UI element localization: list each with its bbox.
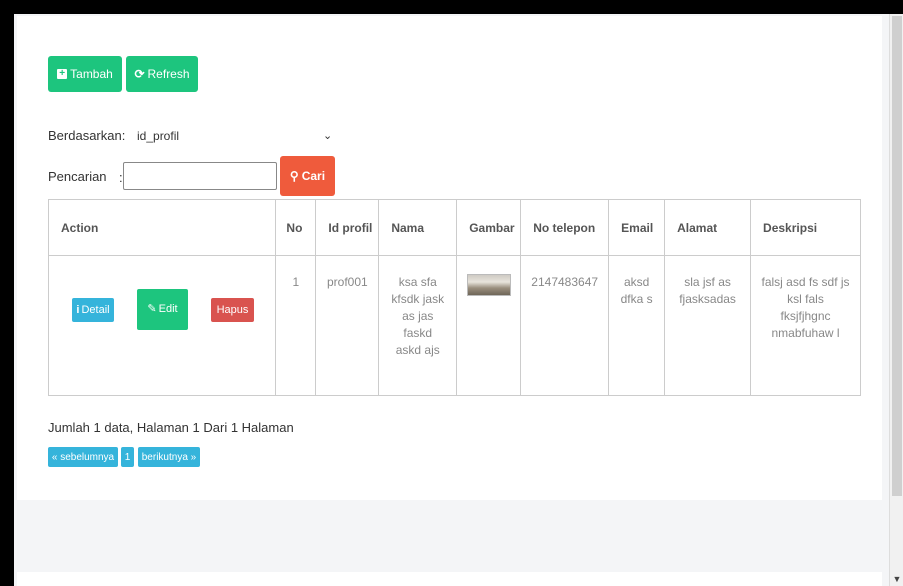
search-label: Pencarian [48, 169, 107, 184]
edit-button-label: Edit [158, 303, 178, 315]
delete-button-label: Hapus [216, 303, 249, 316]
scroll-down-arrow-icon[interactable]: ▼ [890, 574, 903, 584]
header-no: No [275, 199, 317, 256]
header-action: Action [47, 199, 277, 256]
header-gambar: Gambar [456, 199, 522, 256]
refresh-icon: ⟳ [134, 67, 145, 81]
detail-button-label: Detail [81, 303, 110, 316]
search-icon: ⚲ [289, 169, 299, 183]
cell-id-profil: prof001 [315, 255, 380, 396]
chevron-down-icon[interactable]: ⌄ [323, 129, 332, 142]
cell-deskripsi: falsj asd fs sdf js ksl fals fksjfjhgnc … [750, 255, 861, 396]
cell-no-telepon: 2147483647 [520, 255, 610, 396]
header-deskripsi: Deskripsi [750, 199, 861, 256]
cell-no: 1 [275, 255, 317, 396]
search-button[interactable]: ⚲ Cari [280, 156, 335, 196]
vertical-scrollbar[interactable]: ▼ [889, 14, 903, 586]
profile-table: Action No Id profil Nama Gambar No telep… [47, 199, 861, 396]
cell-gambar [456, 255, 522, 396]
header-id-profil: Id profil [315, 199, 380, 256]
refresh-button-label: Refresh [147, 67, 190, 81]
detail-button[interactable]: i Detail [72, 298, 114, 322]
browser-viewport: + Tambah ⟳ Refresh Berdasarkan: id_profi… [14, 14, 903, 586]
cell-alamat: sla jsf as fjasksadas [664, 255, 752, 396]
pagination-summary: Jumlah 1 data, Halaman 1 Dari 1 Halaman [48, 420, 294, 435]
cell-actions: i Detail ✎ Edit Hapus [47, 255, 277, 396]
add-button[interactable]: + Tambah [48, 56, 122, 92]
refresh-button[interactable]: ⟳ Refresh [126, 56, 198, 92]
page-number-button[interactable]: 1 [121, 447, 134, 467]
edit-button[interactable]: ✎ Edit [137, 289, 188, 330]
plus-square-icon: + [57, 69, 68, 79]
header-no-telepon: No telepon [520, 199, 610, 256]
delete-button[interactable]: Hapus [211, 298, 254, 322]
header-nama: Nama [378, 199, 458, 256]
filter-by-label: Berdasarkan: [48, 128, 126, 143]
search-input[interactable] [123, 162, 277, 190]
table-header-row: Action No Id profil Nama Gambar No telep… [47, 199, 861, 256]
header-email: Email [608, 199, 666, 256]
next-page-button[interactable]: berikutnya » [138, 447, 200, 467]
previous-page-button[interactable]: « sebelumnya [48, 447, 118, 467]
edit-icon: ✎ [147, 303, 157, 315]
header-alamat: Alamat [664, 199, 752, 256]
add-button-label: Tambah [70, 67, 113, 81]
table-row: i Detail ✎ Edit Hapus 1 prof001 ksa sfa … [47, 255, 861, 396]
content-panel: + Tambah ⟳ Refresh Berdasarkan: id_profi… [17, 16, 882, 500]
filter-field-select[interactable]: id_profil [137, 129, 179, 143]
scrollbar-thumb[interactable] [892, 16, 902, 496]
profile-image-thumbnail[interactable] [466, 274, 511, 296]
bottom-panel [17, 572, 882, 586]
cell-nama: ksa sfa kfsdk jask as jas faskd askd ajs [378, 255, 458, 396]
cell-email: aksd dfka s [608, 255, 666, 396]
info-icon: i [76, 303, 80, 316]
search-button-label: Cari [301, 169, 326, 183]
